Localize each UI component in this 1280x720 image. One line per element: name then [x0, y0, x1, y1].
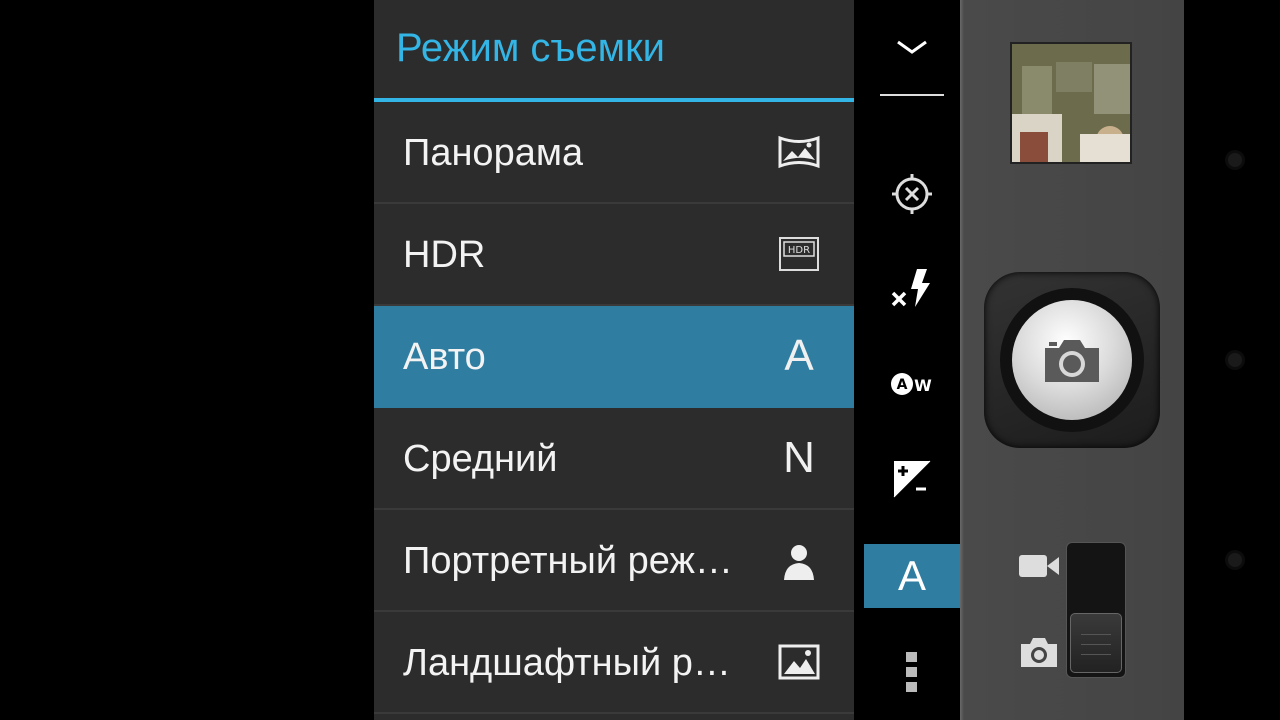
mode-switch-knob[interactable]: [1070, 613, 1122, 673]
menu-item-panorama[interactable]: Панорама: [374, 102, 854, 204]
photo-camera-icon: [1020, 636, 1058, 673]
collapse-chevron-icon[interactable]: [864, 22, 960, 74]
menu-item-label: Панорама: [403, 132, 584, 174]
camera-video-mode-switch[interactable]: [1066, 542, 1126, 678]
menu-item-hdr[interactable]: HDR HDR: [374, 204, 854, 306]
hardware-dot: [1228, 353, 1242, 367]
white-balance-auto-icon[interactable]: A W: [864, 362, 960, 406]
camera-icon: [1045, 340, 1099, 382]
hardware-dot: [1228, 153, 1242, 167]
scene-mode-icon: A: [897, 552, 926, 599]
shutter-frame: [984, 272, 1160, 448]
svg-text:W: W: [914, 376, 932, 395]
auto-icon: A: [784, 331, 814, 380]
svg-text:HDR: HDR: [788, 245, 810, 256]
exposure-icon[interactable]: [864, 456, 960, 502]
menu-item-auto[interactable]: Авто A: [374, 306, 854, 408]
camera-shutter-button[interactable]: [1012, 300, 1132, 420]
shutter-panel: [960, 0, 1184, 720]
scene-mode-menu: Режим съемки Панорама HDR HDR Авто A Сре…: [374, 0, 854, 720]
menu-item-label: HDR: [403, 234, 486, 276]
focus-mode-icon[interactable]: [864, 168, 960, 220]
more-options-icon[interactable]: [864, 650, 960, 694]
hdr-icon: HDR: [778, 236, 820, 272]
menu-item-landscape[interactable]: Ландшафтный р…: [374, 612, 854, 714]
menu-title: Режим съемки: [396, 26, 666, 70]
scene-mode-button[interactable]: A: [864, 544, 960, 608]
video-camera-icon: [1018, 552, 1060, 585]
landscape-icon: [778, 644, 820, 680]
toolbar-divider: [880, 94, 944, 96]
menu-item-label: Авто: [403, 336, 486, 378]
portrait-icon: [778, 542, 820, 580]
menu-item-normal[interactable]: Средний N: [374, 408, 854, 510]
menu-item-label: Ландшафтный р…: [403, 642, 731, 684]
menu-item-label: Портретный реж…: [403, 540, 733, 582]
hardware-dot: [1228, 553, 1242, 567]
svg-text:A: A: [897, 377, 908, 393]
settings-toolbar: A W A: [864, 0, 960, 720]
shutter-ring: [1000, 288, 1144, 432]
panorama-icon: [778, 134, 820, 170]
normal-icon: N: [783, 433, 815, 482]
menu-item-portrait[interactable]: Портретный реж…: [374, 510, 854, 612]
flash-off-icon[interactable]: [864, 264, 960, 314]
last-photo-thumbnail[interactable]: [1010, 42, 1132, 164]
menu-item-label: Средний: [403, 438, 558, 480]
scene-mode-list: Панорама HDR HDR Авто A Средний N Портре…: [374, 102, 854, 714]
